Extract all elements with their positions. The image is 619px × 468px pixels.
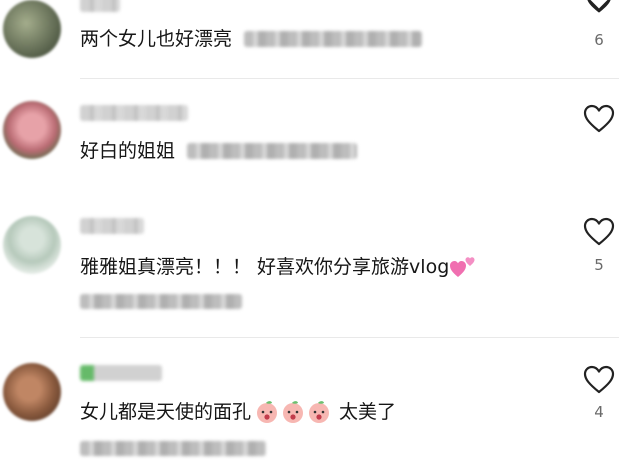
comment-meta-blurred xyxy=(187,143,358,159)
like-heart-icon[interactable] xyxy=(583,217,615,247)
comment-item: 好白的姐姐 xyxy=(0,95,619,210)
divider xyxy=(80,337,619,338)
peach-face-emoji xyxy=(309,401,330,423)
like-count: 4 xyxy=(594,403,604,421)
divider xyxy=(80,78,619,79)
username-blurred[interactable] xyxy=(80,0,120,12)
avatar[interactable] xyxy=(3,216,61,274)
comment-text: 好白的姐姐 xyxy=(80,140,176,162)
like-heart-icon[interactable] xyxy=(583,365,615,395)
like-count: 5 xyxy=(594,256,604,274)
comment-item: 两个女儿也好漂亮 xyxy=(0,0,619,85)
comment-meta-blurred xyxy=(244,31,423,47)
like-heart-icon[interactable] xyxy=(583,0,615,14)
comment-text-suffix: 太美了 xyxy=(339,401,397,423)
comment-item: 女儿都是天使的面孔 太美了 xyxy=(0,355,619,468)
comment-item: 雅雅姐真漂亮！！！ 好喜欢你分享旅游vlog xyxy=(0,208,619,323)
comment-meta-blurred xyxy=(80,441,266,456)
comment-text: 雅雅姐真漂亮！！！ 好喜欢你分享旅游vlog xyxy=(80,256,450,278)
comment-meta-blurred xyxy=(80,294,242,309)
comment-text: 两个女儿也好漂亮 xyxy=(80,28,233,50)
comment-text-row: 女儿都是天使的面孔 太美了 xyxy=(80,399,396,425)
pink-hearts-emoji xyxy=(450,257,475,277)
comment-text-row: 好白的姐姐 xyxy=(80,138,358,164)
username-blurred[interactable] xyxy=(80,218,144,234)
like-heart-icon[interactable] xyxy=(583,104,615,134)
comment-text-row: 两个女儿也好漂亮 xyxy=(80,26,423,52)
username-blurred[interactable] xyxy=(80,105,188,121)
like-count: 6 xyxy=(594,31,604,49)
avatar[interactable] xyxy=(3,101,61,159)
comment-text: 女儿都是天使的面孔 xyxy=(80,401,252,423)
avatar[interactable] xyxy=(3,0,61,58)
peach-face-emoji xyxy=(257,401,278,423)
avatar[interactable] xyxy=(3,363,61,421)
comment-text-row: 雅雅姐真漂亮！！！ 好喜欢你分享旅游vlog xyxy=(80,254,477,280)
comment-list: 两个女儿也好漂亮 6 好白的姐姐 雅雅姐真漂亮！！！ 好喜欢你分享旅游vlog xyxy=(0,0,619,468)
username-blurred[interactable] xyxy=(80,365,162,381)
peach-face-emoji xyxy=(283,401,304,423)
